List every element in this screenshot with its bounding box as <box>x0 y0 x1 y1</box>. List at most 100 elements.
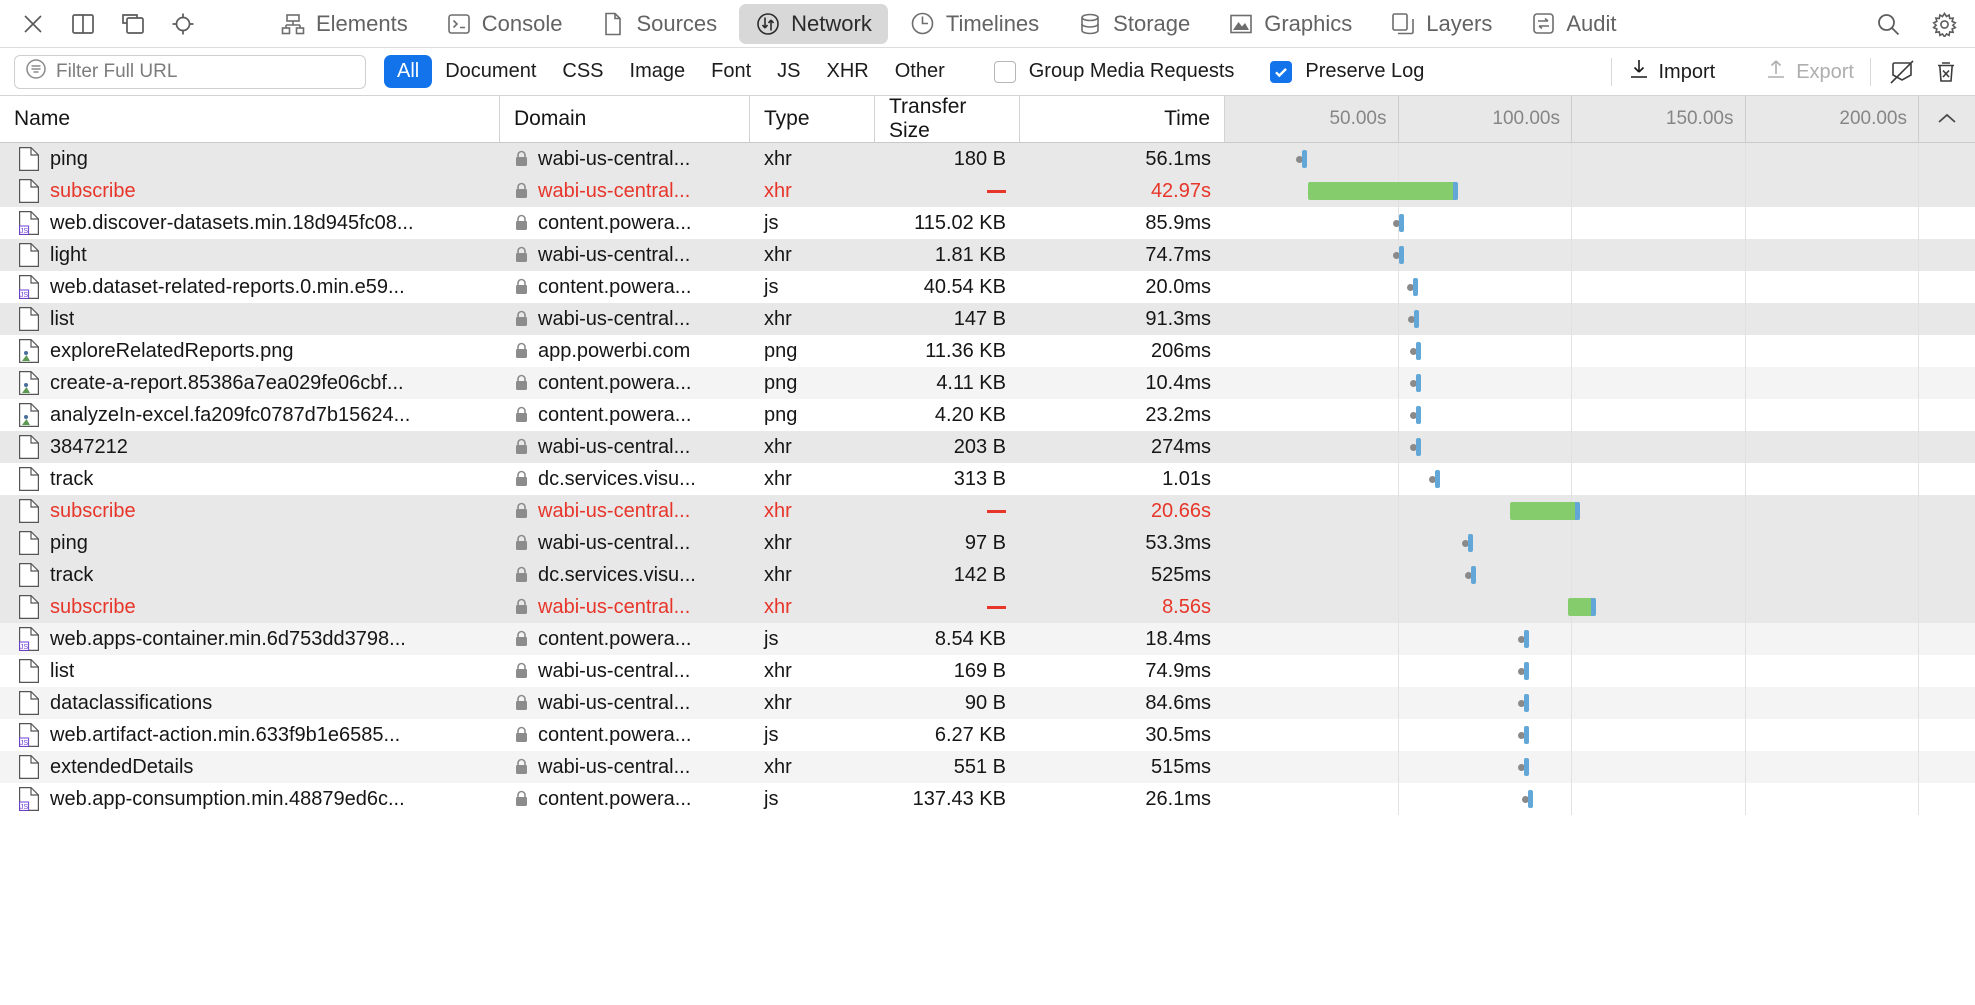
table-row[interactable]: subscribe wabi-us-central... xhr 20.66s <box>0 495 1975 527</box>
close-icon[interactable] <box>18 9 48 39</box>
type-filter-other[interactable]: Other <box>882 55 958 88</box>
export-button[interactable]: Export <box>1765 58 1854 86</box>
cell-domain: wabi-us-central... <box>500 239 750 271</box>
lock-icon <box>514 150 529 168</box>
column-header-transfer-size[interactable]: Transfer Size <box>875 95 1020 142</box>
cell-time: 515ms <box>1150 755 1211 778</box>
tab-console[interactable]: Console <box>430 4 579 44</box>
tab-storage[interactable]: Storage <box>1061 4 1206 44</box>
table-row[interactable]: ping wabi-us-central... xhr 97 B 53.3ms <box>0 527 1975 559</box>
cell-waterfall <box>1225 303 1975 335</box>
table-row[interactable]: analyzeIn-excel.fa209fc0787d7b15624... co… <box>0 399 1975 431</box>
gear-icon[interactable] <box>1929 9 1959 39</box>
tab-sources[interactable]: Sources <box>584 4 733 44</box>
table-row[interactable]: 3847212 wabi-us-central... xhr 203 B 274ms <box>0 431 1975 463</box>
timelines-icon <box>910 11 936 37</box>
cell-domain: content.powera... <box>500 623 750 655</box>
search-icon[interactable] <box>1873 9 1903 39</box>
request-domain: content.powera... <box>538 403 692 426</box>
column-header-time[interactable]: Time <box>1020 96 1225 142</box>
tab-audit[interactable]: Audit <box>1514 4 1632 44</box>
waterfall-gridlines <box>1225 207 1975 239</box>
type-filter-font[interactable]: Font <box>698 55 764 88</box>
tab-timelines[interactable]: Timelines <box>894 4 1055 44</box>
cell-domain: wabi-us-central... <box>500 527 750 559</box>
column-header-type[interactable]: Type <box>750 96 875 142</box>
table-row[interactable]: list wabi-us-central... xhr 147 B 91.3ms <box>0 303 1975 335</box>
column-header-domain[interactable]: Domain <box>500 96 750 142</box>
table-row[interactable]: list wabi-us-central... xhr 169 B 74.9ms <box>0 655 1975 687</box>
table-row[interactable]: extendedDetails wabi-us-central... xhr 551 … <box>0 751 1975 783</box>
checkbox-box[interactable] <box>1270 60 1293 83</box>
svg-text:JS: JS <box>20 292 29 299</box>
cell-time: 20.0ms <box>1145 275 1211 298</box>
table-body[interactable]: ping wabi-us-central... xhr 180 B 56.1ms subs… <box>0 143 1975 961</box>
devtools-toolbar: Elements Console Sources Network Timelin… <box>0 0 1975 48</box>
type-filter-js[interactable]: JS <box>764 55 813 88</box>
request-domain: content.powera... <box>538 211 692 234</box>
filter-url-input[interactable]: Filter Full URL <box>14 54 366 89</box>
tab-layers[interactable]: Layers <box>1374 4 1508 44</box>
table-row[interactable]: subscribe wabi-us-central... xhr 8.56s <box>0 591 1975 623</box>
waterfall-gridlines <box>1225 751 1975 783</box>
import-button[interactable]: Import <box>1628 58 1715 86</box>
clear-on-load-icon[interactable] <box>1887 57 1917 87</box>
inspect-element-icon[interactable] <box>168 9 198 39</box>
table-row[interactable]: light wabi-us-central... xhr 1.81 KB 74.7ms <box>0 239 1975 271</box>
cell-type: js <box>764 275 779 298</box>
tab-label: Layers <box>1426 10 1493 36</box>
table-row[interactable]: JS web.dataset-related-reports.0.min.e59.… <box>0 271 1975 303</box>
preserve-log-checkbox[interactable]: Preserve Log <box>1270 60 1424 83</box>
cell-domain: content.powera... <box>500 719 750 751</box>
cell-transfer-size <box>875 175 1020 207</box>
type-filter-image[interactable]: Image <box>617 55 699 88</box>
trash-icon[interactable] <box>1931 57 1961 87</box>
dock-split-icon[interactable] <box>68 9 98 39</box>
cell-name: 3847212 <box>0 431 500 463</box>
group-media-requests-checkbox[interactable]: Group Media Requests <box>993 60 1234 83</box>
cell-type: xhr <box>764 307 792 330</box>
table-row[interactable]: track dc.services.visu... xhr 313 B 1.01s <box>0 463 1975 495</box>
tab-network[interactable]: Network <box>739 3 888 44</box>
waterfall-bar <box>1523 662 1529 680</box>
cell-domain: wabi-us-central... <box>500 655 750 687</box>
table-row[interactable]: JS web.apps-container.min.6d753dd3798... c… <box>0 623 1975 655</box>
type-filter-all[interactable]: All <box>384 55 433 88</box>
table-row[interactable]: JS web.app-consumption.min.48879ed6c... co… <box>0 783 1975 815</box>
tab-graphics[interactable]: Graphics <box>1212 4 1368 44</box>
cell-domain: wabi-us-central... <box>500 143 750 175</box>
table-row[interactable]: JS web.discover-datasets.min.18d945fc08..… <box>0 207 1975 239</box>
table-row[interactable]: dataclassifications wabi-us-central... xhr… <box>0 687 1975 719</box>
cell-transfer-size: 115.02 KB <box>914 211 1006 234</box>
type-filter-document[interactable]: Document <box>432 55 549 88</box>
table-row[interactable]: create-a-report.85386a7ea029fe06cbf... co… <box>0 367 1975 399</box>
table-row[interactable]: subscribe wabi-us-central... xhr 42.97s <box>0 175 1975 207</box>
checkbox-box[interactable] <box>993 60 1016 83</box>
request-name: web.app-consumption.min.48879ed6c... <box>50 787 405 810</box>
cell-waterfall <box>1225 335 1975 367</box>
dock-window-icon[interactable] <box>118 9 148 39</box>
type-filter-css[interactable]: CSS <box>549 55 616 88</box>
waterfall-bar <box>1415 374 1421 392</box>
type-filter-xhr[interactable]: XHR <box>813 55 881 88</box>
tab-elements[interactable]: Elements <box>264 4 424 44</box>
lock-icon <box>514 758 529 776</box>
waterfall-gridlines <box>1225 271 1975 303</box>
cell-time: 20.66s <box>1150 499 1211 522</box>
cell-waterfall <box>1225 783 1975 815</box>
image-icon <box>18 338 40 364</box>
lock-icon <box>514 470 529 488</box>
table-row[interactable]: JS web.artifact-action.min.633f9b1e6585..… <box>0 719 1975 751</box>
column-header-name[interactable]: Name <box>0 96 500 142</box>
cell-transfer-size: 180 B <box>953 147 1006 170</box>
cell-time: 18.4ms <box>1145 627 1211 650</box>
js-icon: JS <box>18 210 40 236</box>
table-row[interactable]: ping wabi-us-central... xhr 180 B 56.1ms <box>0 143 1975 175</box>
cell-type: xhr <box>764 243 792 266</box>
devtools-tab-strip: Elements Console Sources Network Timelin… <box>264 3 1632 44</box>
cell-transfer-size: 313 B <box>953 467 1006 490</box>
chevron-up-icon[interactable] <box>1919 96 1975 142</box>
table-row[interactable]: exploreRelatedReports.png app.powerbi.com… <box>0 335 1975 367</box>
table-row[interactable]: track dc.services.visu... xhr 142 B 525ms <box>0 559 1975 591</box>
cell-name: JS web.dataset-related-reports.0.min.e59.… <box>0 271 500 303</box>
